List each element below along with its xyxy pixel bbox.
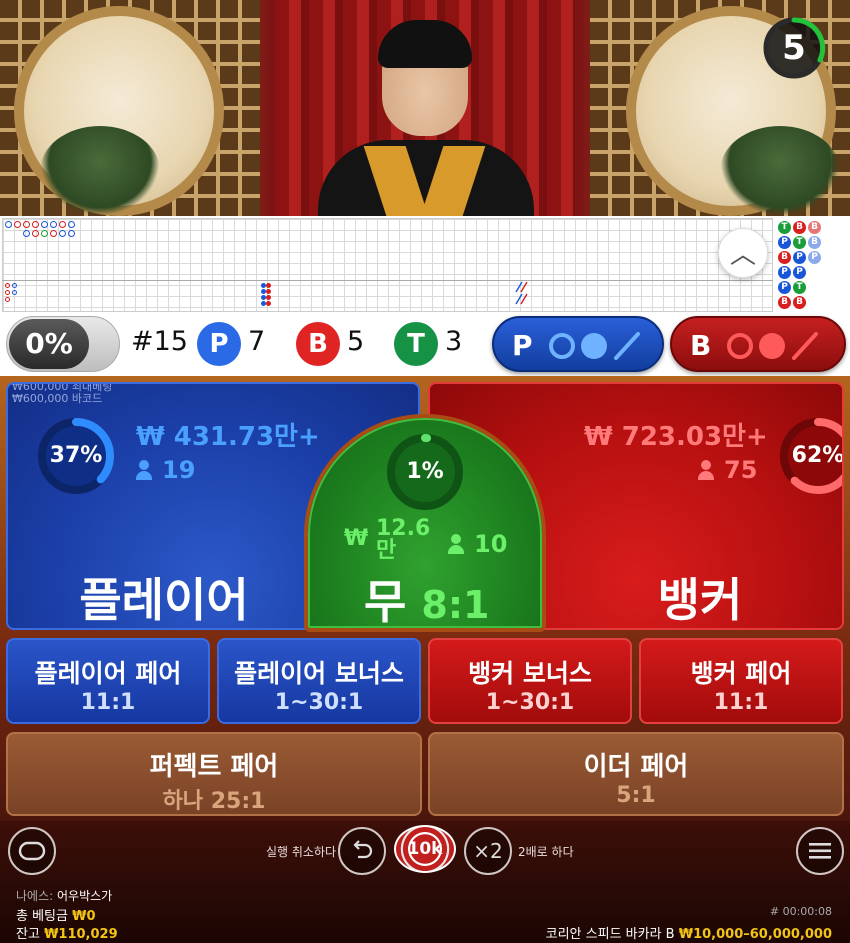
banker-count: 75 — [698, 456, 757, 484]
bonsai-tree — [720, 126, 840, 216]
road-mark — [23, 230, 30, 237]
chip-10k[interactable]: 10k — [394, 825, 456, 873]
player-percent-ring: 37% — [36, 416, 116, 496]
player-win-icon: P — [197, 322, 241, 366]
banker-percent-ring: 62% — [778, 416, 844, 496]
bead-plate: T B B P T B B P P P P P T B B — [776, 218, 848, 312]
road-mark — [41, 230, 48, 237]
control-bar: 실행 취소하다 10k ×2 2배로 하다 나에스: 어우박스가 총 베팅금 ₩… — [0, 821, 850, 943]
tie-label: 무 — [364, 575, 407, 629]
tie-win-icon: T — [394, 322, 438, 366]
banker-bonus-button[interactable]: 뱅커 보너스 1~30:1 — [428, 638, 632, 724]
player-ask-button[interactable]: P — [492, 316, 664, 372]
banker-percent: 62% — [791, 443, 844, 468]
player-count: 19 — [136, 456, 195, 484]
banker-ask-icons — [727, 332, 818, 360]
undo-label: 실행 취소하다 — [266, 845, 337, 859]
bead-road-grid — [2, 218, 773, 312]
stats-bar: 0% #15 P 7 B 5 T 3 P B — [0, 314, 850, 376]
player-bonus-button[interactable]: 플레이어 보너스 1~30:1 — [217, 638, 421, 724]
round-number: #15 — [131, 326, 188, 357]
menu-icon[interactable] — [796, 827, 844, 875]
player-win-count: 7 — [248, 326, 266, 357]
user-icon — [448, 534, 464, 554]
player-limit-2: ₩600,000 바코드 — [12, 392, 103, 405]
betting-table: ₩600,000 최대베팅 ₩600,000 바코드 37% ₩ 431.73만… — [0, 376, 850, 821]
bonsai-tree — [40, 126, 160, 216]
double-label: 2배로 하다 — [518, 845, 574, 859]
player-label: 플레이어 — [79, 573, 249, 627]
percent-value: 0% — [9, 319, 89, 369]
chat-icon[interactable] — [8, 827, 56, 875]
road-mark — [41, 221, 48, 228]
countdown-timer: 5 — [762, 16, 830, 84]
user-icon — [136, 460, 152, 480]
roadmap[interactable]: ︿ T B B P T B B P P P P P T B B — [0, 216, 850, 314]
round-id: # 00:00:08 — [769, 905, 832, 918]
tie-odds: 8:1 — [421, 583, 490, 627]
total-bet-row: 총 베팅금 ₩0 — [16, 909, 96, 924]
tie-percent: 1% — [406, 459, 444, 484]
table-info: 코리안 스피드 바카라 B ₩10,000–60,000,000 — [545, 927, 832, 942]
player-pair-button[interactable]: 플레이어 페어 11:1 — [6, 638, 210, 724]
road-mark — [50, 230, 57, 237]
user-icon — [698, 460, 714, 480]
road-mark — [32, 221, 39, 228]
perfect-pair-button[interactable]: 퍼펙트 페어 하나 25:1 — [6, 732, 422, 816]
banker-ask-button[interactable]: B — [670, 316, 846, 372]
player-percent: 37% — [49, 443, 103, 468]
nickname-row: 나에스: 어우박스가 — [16, 889, 113, 903]
banker-pair-button[interactable]: 뱅커 페어 11:1 — [639, 638, 843, 724]
live-video: 5 — [0, 0, 850, 216]
road-mark — [68, 221, 75, 228]
road-mark — [59, 230, 66, 237]
tie-percent-ring: 1% — [385, 432, 465, 512]
banker-label: 뱅커 — [657, 573, 743, 627]
road-mark — [23, 221, 30, 228]
either-pair-button[interactable]: 이더 페어 5:1 — [428, 732, 844, 816]
road-mark — [32, 230, 39, 237]
chevron-up-icon[interactable]: ︿ — [718, 228, 768, 278]
road-mark — [59, 221, 66, 228]
player-ask-icons — [549, 332, 640, 360]
road-mark — [68, 230, 75, 237]
tie-amount: ₩ — [344, 526, 369, 551]
player-amount: ₩ 431.73만+ — [136, 422, 320, 452]
road-mark — [14, 221, 21, 228]
road-mark — [50, 221, 57, 228]
percent-toggle[interactable]: 0% — [6, 316, 120, 372]
tie-count: 10 — [448, 530, 507, 558]
undo-icon[interactable] — [338, 827, 386, 875]
tie-win-count: 3 — [445, 326, 463, 357]
timer-value: 5 — [782, 28, 806, 68]
double-button[interactable]: ×2 — [464, 827, 512, 875]
road-mark — [5, 221, 12, 228]
banker-win-icon: B — [296, 322, 340, 366]
small-road-mark — [515, 281, 528, 305]
banker-win-count: 5 — [347, 326, 365, 357]
balance-row: 잔고 ₩110,029 — [16, 927, 118, 942]
banker-amount: ₩ 723.03만+ — [584, 422, 768, 452]
